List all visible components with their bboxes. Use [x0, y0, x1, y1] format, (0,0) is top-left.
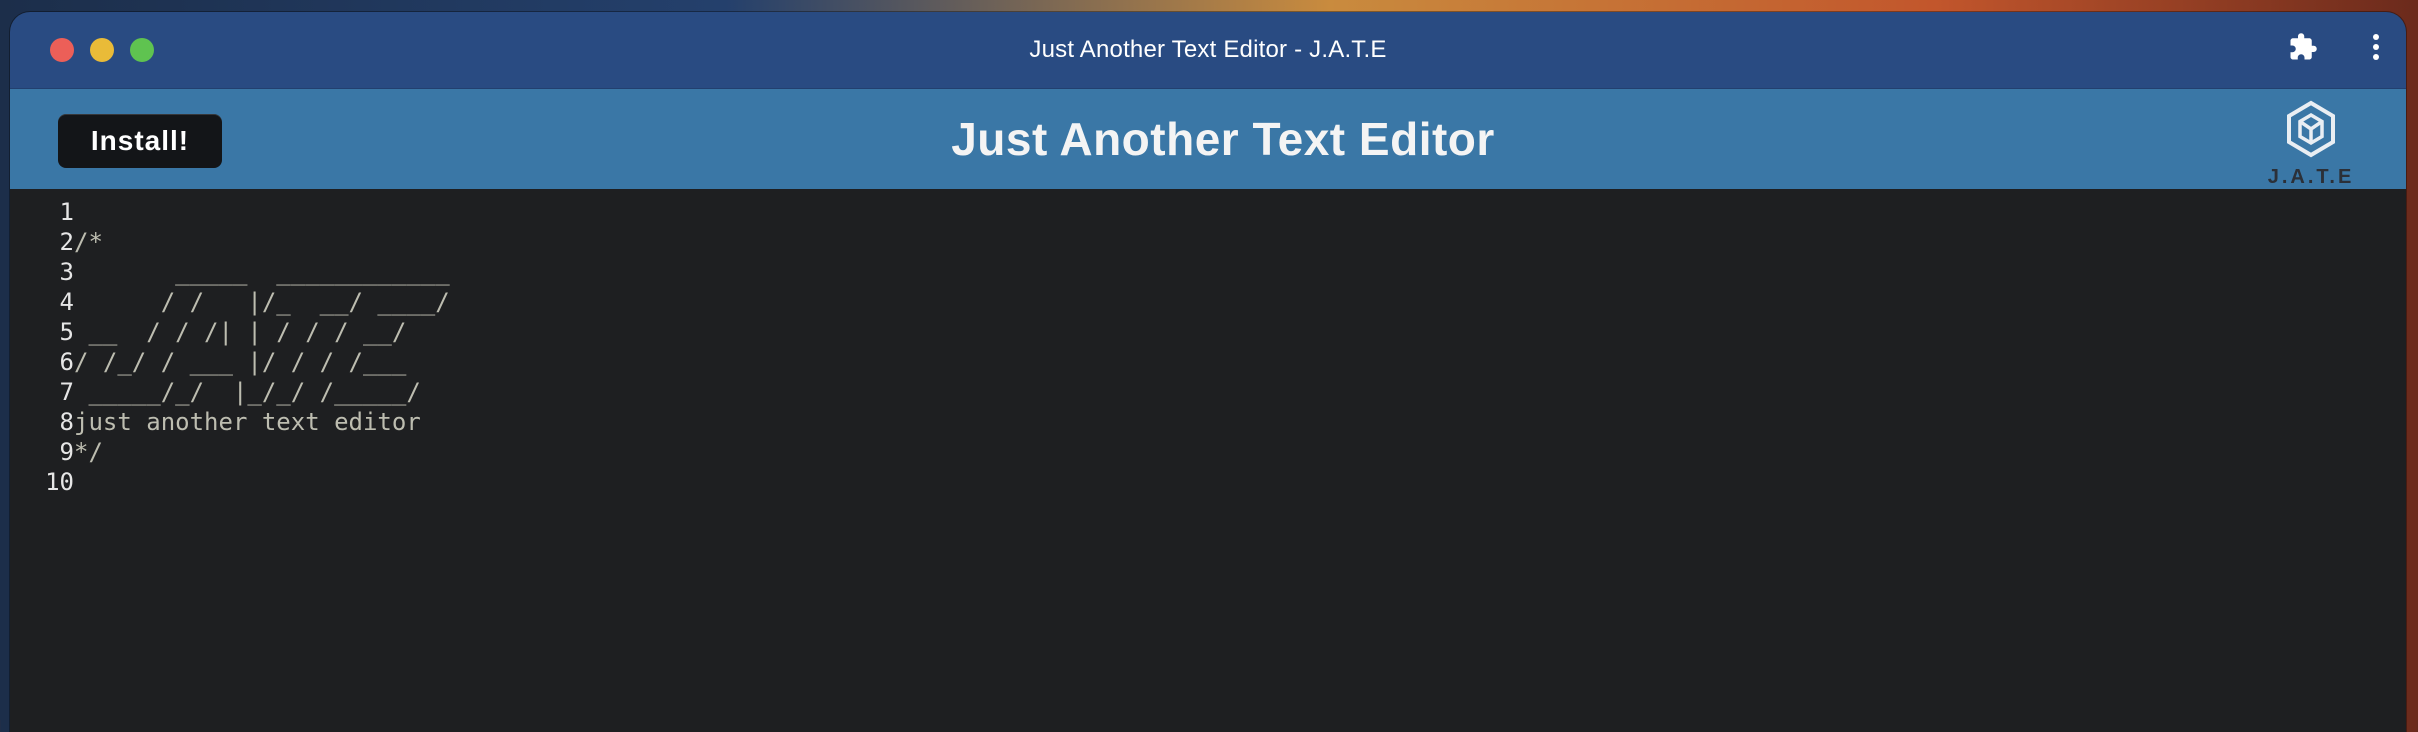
editor-line: 4 / / |/_ __/ ____/ [10, 287, 2406, 317]
puzzle-piece-icon[interactable] [2288, 32, 2318, 62]
editor-line: 1 [10, 197, 2406, 227]
editor-line: 10 [10, 467, 2406, 497]
app-header: Install! Just Another Text Editor J.A.T.… [10, 89, 2406, 189]
logo-text: J.A.T.E [2267, 166, 2355, 188]
page-title: Just Another Text Editor [951, 113, 1495, 165]
line-number: 7 [59, 378, 74, 406]
line-number: 9 [59, 438, 74, 466]
editor-line: 9 */ [10, 437, 2406, 467]
line-text[interactable]: */ [74, 437, 103, 467]
jate-logo-icon [2287, 100, 2335, 158]
install-button[interactable]: Install! [58, 114, 222, 168]
browser-window: Just Another Text Editor - J.A.T.E Insta… [10, 12, 2406, 732]
editor-line: 7 _____/_/ |_/_/ /_____/ [10, 377, 2406, 407]
minimize-window-button[interactable] [90, 38, 114, 62]
line-number: 6 [59, 348, 74, 376]
line-number: 8 [59, 408, 74, 436]
line-text[interactable]: / /_/ / ___ |/ / / /___ [74, 347, 406, 377]
line-number: 5 [59, 318, 74, 346]
app-logo: J.A.T.E [2266, 99, 2356, 189]
code-editor[interactable]: 1 2 /* 3 _____ ____________ 4 / / |/_ __… [10, 189, 2406, 732]
line-text[interactable]: __ / / /| | / / / __/ [74, 317, 406, 347]
line-text[interactable]: / / |/_ __/ ____/ [74, 287, 450, 317]
close-window-button[interactable] [50, 38, 74, 62]
maximize-window-button[interactable] [130, 38, 154, 62]
titlebar-actions [2288, 32, 2382, 62]
line-number: 2 [59, 228, 74, 256]
line-text[interactable]: just another text editor [74, 407, 421, 437]
window-controls [50, 38, 154, 62]
editor-line: 8 just another text editor [10, 407, 2406, 437]
editor-line: 6 / /_/ / ___ |/ / / /___ [10, 347, 2406, 377]
window-title: Just Another Text Editor - J.A.T.E [1029, 36, 1387, 63]
line-number: 10 [45, 468, 74, 496]
line-text[interactable]: /* [74, 227, 103, 257]
line-number: 4 [59, 288, 74, 316]
line-text[interactable]: _____ ____________ [74, 257, 450, 287]
window-titlebar: Just Another Text Editor - J.A.T.E [10, 12, 2406, 89]
line-number: 3 [59, 258, 74, 286]
kebab-menu-icon[interactable] [2370, 32, 2382, 62]
editor-line: 5 __ / / /| | / / / __/ [10, 317, 2406, 347]
editor-line: 2 /* [10, 227, 2406, 257]
editor-line: 3 _____ ____________ [10, 257, 2406, 287]
line-number: 1 [59, 198, 74, 226]
line-text[interactable]: _____/_/ |_/_/ /_____/ [74, 377, 420, 407]
